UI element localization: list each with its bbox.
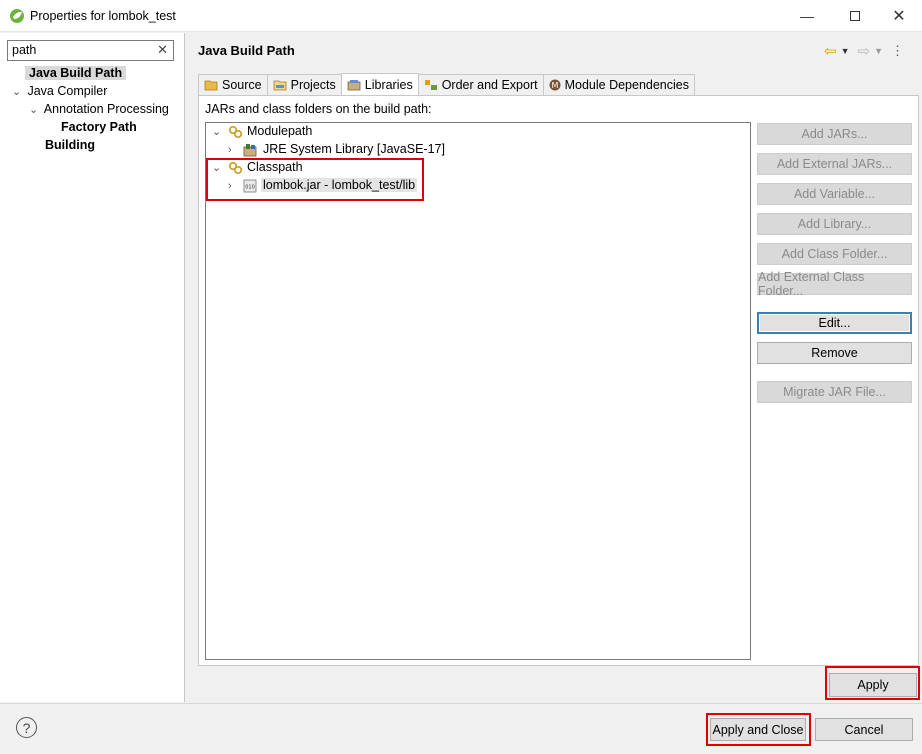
tab-label: Order and Export [441, 78, 538, 92]
classpath-highlight-box [206, 158, 424, 201]
sidebar-item-java-compiler[interactable]: ⌄ Java Compiler [12, 82, 107, 100]
sidebar-item-label: Building [45, 138, 95, 152]
svg-text:M: M [551, 81, 558, 90]
tab-source[interactable]: Source [198, 74, 268, 95]
tree-node-label: Modulepath [246, 124, 313, 138]
search-value: path [12, 43, 37, 57]
add-variable-button[interactable]: Add Variable... [757, 183, 912, 205]
module-icon: M [549, 79, 561, 91]
remove-button[interactable]: Remove [757, 342, 912, 364]
add-class-folder-button[interactable]: Add Class Folder... [757, 243, 912, 265]
tree-node-modulepath[interactable]: ⌄ Modulepath [212, 122, 312, 140]
sidebar-item-factory-path[interactable]: Factory Path [61, 118, 137, 136]
minimize-button[interactable]: — [784, 0, 830, 32]
app-icon [9, 8, 25, 27]
library-icon [347, 79, 361, 91]
sidebar-item-label: Factory Path [61, 120, 137, 134]
tab-projects[interactable]: Projects [266, 74, 342, 95]
apply-close-highlight-box [706, 713, 811, 746]
tree-node-label: JRE System Library [JavaSE-17] [262, 142, 445, 156]
chevron-right-icon[interactable]: › [228, 141, 240, 159]
title-bar: Properties for lombok_test — ✕ [0, 0, 922, 32]
close-button[interactable]: ✕ [876, 0, 922, 32]
source-folder-icon [204, 79, 218, 91]
sidebar-item-annotation-processing[interactable]: ⌄ Annotation Processing [29, 100, 169, 118]
tree-node-jre-system-library[interactable]: › JRE System Library [JavaSE-17] [228, 140, 445, 158]
back-menu-chevron-icon[interactable]: ▼ [841, 46, 850, 56]
tab-label: Module Dependencies [564, 78, 689, 92]
add-external-jars-button[interactable]: Add External JARs... [757, 153, 912, 175]
add-jars-button[interactable]: Add JARs... [757, 123, 912, 145]
libraries-caption: JARs and class folders on the build path… [205, 102, 432, 116]
tab-bar: Source Projects Libraries Order and Expo… [198, 73, 695, 95]
tab-libraries[interactable]: Libraries [340, 73, 419, 95]
sidebar-item-label: Java Build Path [25, 66, 127, 80]
order-export-icon [424, 79, 438, 91]
search-input[interactable]: path ✕ [7, 40, 174, 61]
window-title: Properties for lombok_test [30, 9, 176, 23]
classpath-container-icon [227, 125, 243, 139]
clear-search-icon[interactable]: ✕ [157, 42, 168, 58]
chevron-down-icon[interactable]: ⌄ [12, 83, 24, 101]
close-icon: ✕ [892, 8, 906, 25]
sidebar-item-building[interactable]: Building [45, 136, 95, 154]
sidebar-item-java-build-path[interactable]: Java Build Path [25, 64, 127, 82]
chevron-down-icon[interactable]: ⌄ [212, 123, 224, 141]
tab-label: Projects [290, 78, 336, 92]
add-external-class-folder-button[interactable]: Add External Class Folder... [757, 270, 912, 298]
jre-library-icon [243, 143, 259, 157]
tab-module-dependencies[interactable]: M Module Dependencies [542, 74, 695, 95]
tab-label: Libraries [364, 77, 413, 92]
sidebar-item-label: Annotation Processing [43, 102, 169, 116]
forward-menu-chevron-icon[interactable]: ▼ [874, 46, 883, 56]
cancel-button[interactable]: Cancel [815, 718, 913, 741]
project-folder-icon [273, 79, 287, 91]
maximize-button[interactable] [832, 0, 878, 32]
apply-highlight-box [825, 666, 920, 700]
chevron-down-icon[interactable]: ⌄ [29, 101, 41, 119]
tab-label: Source [222, 78, 262, 92]
help-icon[interactable]: ? [16, 717, 37, 738]
build-path-tree[interactable] [205, 122, 751, 660]
nav-toolbar: ⇦ ▼ ⇨ ▼ ⋮ [824, 42, 904, 60]
back-arrow-icon[interactable]: ⇦ [824, 42, 837, 60]
maximize-icon [850, 11, 860, 21]
sidebar-item-label: Java Compiler [27, 84, 108, 98]
more-options-icon[interactable]: ⋮ [891, 43, 904, 59]
tab-order-and-export[interactable]: Order and Export [417, 74, 544, 95]
migrate-jar-button[interactable]: Migrate JAR File... [757, 381, 912, 403]
edit-button[interactable]: Edit... [757, 312, 912, 334]
page-title: Java Build Path [198, 43, 295, 58]
minimize-icon: — [800, 8, 814, 24]
forward-arrow-icon[interactable]: ⇨ [858, 42, 871, 60]
add-library-button[interactable]: Add Library... [757, 213, 912, 235]
